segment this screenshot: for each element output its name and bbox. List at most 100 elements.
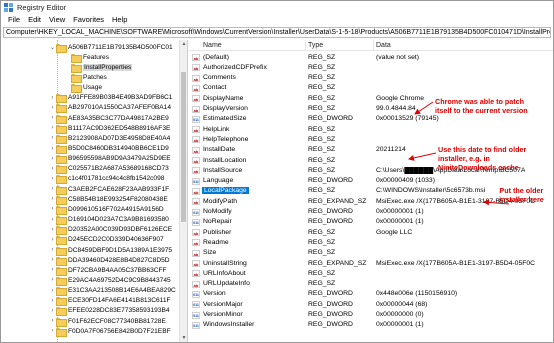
tree-item-sibling[interactable]: › C58B54B18E993254F82080438E <box>49 194 168 205</box>
tree-item-sibling[interactable]: › D20352A00C039D93DBF6126ECE <box>49 225 172 236</box>
tree-item-label: E31C3AA213508B14E6A4BEA829C <box>68 287 176 295</box>
expand-chevron-icon[interactable]: › <box>49 227 56 233</box>
expand-chevron-icon[interactable]: › <box>49 328 56 334</box>
tree-item-sibling[interactable]: › B1117AC9D362ED548B8916AF3E <box>49 123 170 134</box>
tree-item-sibling[interactable]: › B96595598AB9D9A3479A25D9EE <box>49 154 171 165</box>
value-row[interactable]: ab (Default) REG_SZ (value not set) <box>189 52 553 62</box>
tree-item-sibling[interactable]: › A91FFE89B03B4E49B3AD9FB6C1 <box>49 93 172 104</box>
value-row[interactable]: ab Contact REG_SZ <box>189 83 553 93</box>
address-bar[interactable]: Computer\HKEY_LOCAL_MACHINE\SOFTWARE\Mic… <box>3 27 551 38</box>
tree-item-label: E29AC4A69752D4C9C9B8443745 <box>68 276 171 284</box>
value-row[interactable]: 011 NoModify REG_DWORD 0x00000001 (1) <box>189 207 553 217</box>
value-row[interactable]: ab Size REG_SZ <box>189 248 553 258</box>
value-row[interactable]: 011 Language REG_DWORD 0x00000409 (1033) <box>189 176 553 186</box>
tree-item-sibling[interactable]: › D245ECD2C0D339D40636F907 <box>49 235 164 246</box>
expand-chevron-icon[interactable]: › <box>49 146 56 152</box>
value-row[interactable]: 011 Version REG_DWORD 0x448e006e (115015691… <box>189 289 553 299</box>
expand-chevron-icon[interactable]: › <box>49 125 56 131</box>
tree-item-sibling[interactable]: › ECE30FD14FA6E4141B813C611F <box>49 296 171 307</box>
menu-edit[interactable]: Edit <box>24 15 45 24</box>
value-type: REG_SZ <box>308 74 336 82</box>
tree-item-sibling[interactable]: › C3AEB2FCAE628F23AAB933F1F <box>49 184 169 195</box>
value-row[interactable]: 011 NoRepair REG_DWORD 0x00000001 (1) <box>189 217 553 227</box>
value-name: URLUpdateInfo <box>203 280 250 288</box>
tree-scrollbar[interactable]: ▲ ▼ <box>179 40 187 342</box>
tree-item-child[interactable]: Usage <box>64 83 102 94</box>
tree-item-sibling[interactable]: › DC8459DBF9D1D5A1389A1E3975 <box>49 245 172 256</box>
value-name: (Default) <box>203 53 230 61</box>
menu-view[interactable]: View <box>45 15 69 24</box>
value-type: REG_SZ <box>308 135 336 143</box>
value-row[interactable]: 011 EstimatedSize REG_DWORD 0x00013529 (791… <box>189 114 553 124</box>
tree-item-child[interactable]: InstallProperties <box>64 62 133 73</box>
value-row[interactable]: ab Comments REG_SZ <box>189 73 553 83</box>
tree-item-sibling[interactable]: › AB297010A1550CA37AFEF0BA14 <box>49 103 171 114</box>
expand-chevron-icon[interactable]: › <box>49 176 56 182</box>
column-header-name[interactable]: Name <box>203 42 222 49</box>
tree-item-sibling[interactable]: › D099610516F702A4915A9156D <box>49 204 164 215</box>
scroll-up-icon[interactable]: ▲ <box>180 40 187 48</box>
expand-chevron-icon[interactable]: › <box>49 308 56 314</box>
expand-chevron-icon[interactable]: › <box>49 196 56 202</box>
tree-item-sibling[interactable]: › EFEE0228DC83E77358593193B4 <box>49 306 170 317</box>
tree-item-sibling[interactable]: › DF72CBA9B4AA05C37BB63CFF <box>49 265 167 276</box>
tree-item-sibling[interactable]: › DDA39460D428E8B4D827C8D5D <box>49 255 170 266</box>
expand-chevron-icon[interactable]: › <box>49 257 56 263</box>
value-row[interactable]: ab AuthorizedCDFPrefix REG_SZ <box>189 62 553 72</box>
value-row[interactable]: ab Readme REG_SZ <box>189 237 553 247</box>
tree-item-sibling[interactable]: › E29AC4A69752D4C9C9B8443745 <box>49 275 171 286</box>
value-row[interactable]: ab HelpLink REG_SZ <box>189 124 553 134</box>
expand-chevron-icon[interactable]: › <box>49 105 56 111</box>
expand-chevron-icon[interactable]: ⌄ <box>49 44 56 51</box>
expand-chevron-icon[interactable]: › <box>49 247 56 253</box>
tree-item-sibling[interactable]: › E31C3AA213508B14E6A4BEA829C <box>49 286 176 297</box>
scroll-thumb[interactable] <box>181 72 186 222</box>
expand-chevron-icon[interactable]: › <box>49 237 56 243</box>
scroll-down-icon[interactable]: ▼ <box>180 334 187 342</box>
expand-chevron-icon[interactable]: › <box>49 206 56 212</box>
expand-chevron-icon[interactable]: › <box>49 135 56 141</box>
column-header-type[interactable]: Type <box>308 42 323 49</box>
column-header-data[interactable]: Data <box>376 42 391 49</box>
value-row[interactable]: 011 VersionMajor REG_DWORD 0x00000044 (68) <box>189 299 553 309</box>
tree-item-sibling[interactable]: › F01F62ECF08C77340BB81728E <box>49 316 166 327</box>
value-row[interactable]: ab Publisher REG_SZ Google LLC <box>189 227 553 237</box>
tree-item-sibling[interactable]: › B5D0C8460DB314940BB6CE1D9 <box>49 144 169 154</box>
tree-item-parent-key[interactable]: ⌄ A506B7711E1B79135B4D500FC01 <box>49 42 173 53</box>
expand-chevron-icon[interactable]: › <box>49 267 56 273</box>
expand-chevron-icon[interactable]: › <box>49 288 56 294</box>
expand-chevron-icon[interactable]: › <box>49 217 56 223</box>
folder-icon <box>56 246 67 256</box>
value-row[interactable]: ab HelpTelephone REG_SZ <box>189 134 553 144</box>
value-row[interactable]: 011 WindowsInstaller REG_DWORD 0x00000001 (… <box>189 320 553 330</box>
value-name: Publisher <box>203 228 232 236</box>
tree-item-sibling[interactable]: › D169104D023A7C3A9B81693580 <box>49 215 169 226</box>
value-name: Language <box>203 177 234 185</box>
tree-item-sibling[interactable]: › B2123908AD07D3E4958D8E40A4 <box>49 133 170 144</box>
tree-item-sibling[interactable]: › C025571B2A687A53689168CD73 <box>49 164 169 175</box>
tree-item-sibling[interactable]: › F0D0A7F06756E842B0D7F21EBF <box>49 326 171 337</box>
menu-favorites[interactable]: Favorites <box>69 15 108 24</box>
value-row[interactable]: ab URLUpdateInfo REG_SZ <box>189 279 553 289</box>
tree-item-sibling[interactable]: › c1c4f01781cc94c4c8fb1542c098 <box>49 174 164 185</box>
value-row[interactable]: 011 VersionMinor REG_DWORD 0x00000000 (0) <box>189 310 553 320</box>
expand-chevron-icon[interactable]: › <box>49 186 56 192</box>
folder-icon <box>56 104 67 114</box>
menu-help[interactable]: Help <box>108 15 131 24</box>
tree-item-sibling[interactable]: › AE83A35BC3C77DA49817A2BE9 <box>49 113 169 124</box>
value-row[interactable]: ab UninstallString REG_EXPAND_SZ MsiExec.ex… <box>189 258 553 268</box>
tree-item-child[interactable]: Features <box>64 52 109 63</box>
expand-chevron-icon[interactable]: › <box>49 156 56 162</box>
expand-chevron-icon[interactable]: › <box>49 318 56 324</box>
value-row[interactable]: ab URLInfoAbout REG_SZ <box>189 268 553 278</box>
expand-chevron-icon[interactable]: › <box>49 95 56 101</box>
expand-chevron-icon[interactable]: › <box>49 166 56 172</box>
binary-value-icon: 011 <box>192 218 200 226</box>
expand-chevron-icon[interactable]: › <box>49 277 56 283</box>
tree-item-child[interactable]: Patches <box>64 72 107 83</box>
menu-file[interactable]: File <box>4 15 24 24</box>
expand-chevron-icon[interactable]: › <box>49 298 56 304</box>
value-type: REG_SZ <box>308 63 336 71</box>
expand-chevron-icon[interactable]: › <box>49 115 56 121</box>
value-name: Version <box>203 290 226 298</box>
